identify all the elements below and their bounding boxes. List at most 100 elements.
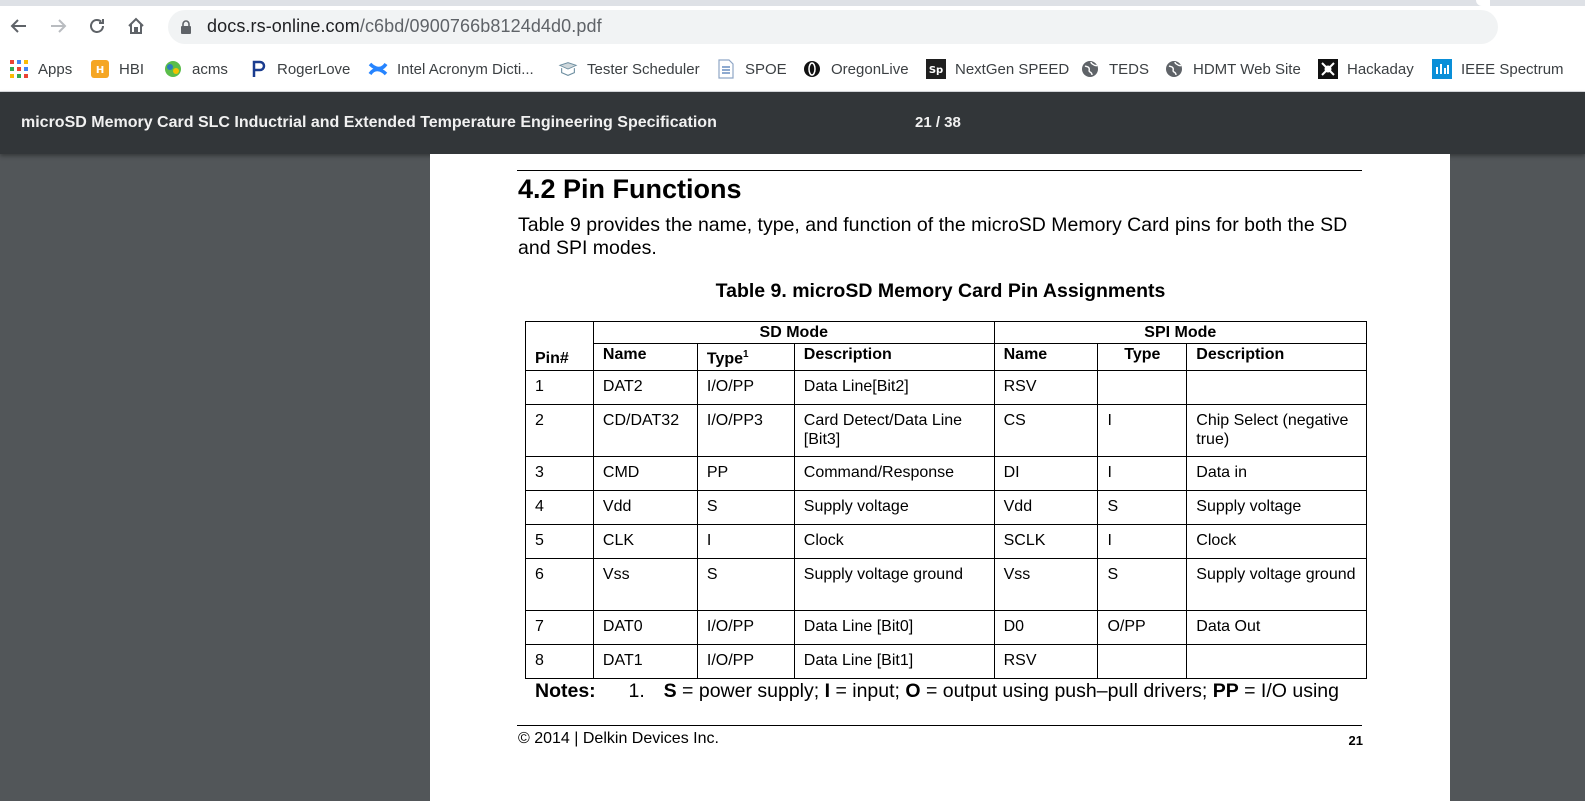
bookmark-label: IEEE Spectrum [1461,60,1564,78]
pin-header: Pin# [525,320,594,372]
note-text: = power supply; [676,680,825,702]
home-button[interactable] [121,11,151,41]
notes-label: Notes: [535,680,596,702]
bookmark-hbi[interactable]: H HBI [90,57,144,81]
bookmark-teds[interactable]: TEDS [1080,57,1149,81]
tester-scheduler-icon [558,59,578,79]
bookmark-tester-scheduler[interactable]: Tester Scheduler [558,57,700,81]
sd-description-header: Description [793,342,995,372]
sd-name-cell: DAT0 [592,610,698,646]
spi-mode-header: SPI Mode [993,321,1368,344]
apps-grid-icon [9,59,29,79]
spi-description-cell: Chip Select (negative true) [1186,404,1367,458]
hbi-icon: H [90,59,110,79]
sd-description-cell: Data Line[Bit2] [793,370,995,406]
ieee-icon [1432,59,1452,79]
note-term: S [663,680,677,702]
sd-name-cell: CLK [592,524,698,560]
forward-arrow-icon [51,19,67,33]
bookmark-label: OregonLive [831,60,909,78]
bookmark-label: SPOE [745,60,787,78]
address-bar[interactable]: docs.rs-online.com/c6bd/0900766b8124d4d0… [168,10,1498,44]
bookmark-label: HDMT Web Site [1193,60,1301,78]
pdf-title: microSD Memory Card SLC Inductrial and E… [21,114,717,131]
pin-cell: 4 [525,490,594,526]
sd-description-cell: Card Detect/Data Line [Bit3] [793,404,995,458]
pin-assignments-table: Pin# SD Mode SPI Mode Name Type1 Descrip… [525,320,1368,680]
sd-type-label: Type [706,350,744,368]
bookmark-label: Tester Scheduler [587,60,700,78]
hackaday-icon [1318,59,1338,79]
bookmark-ieee-spectrum[interactable]: IEEE Spectrum [1432,57,1564,81]
back-arrow-icon [10,19,26,33]
sd-type-cell: S [696,558,795,612]
spi-type-cell [1097,370,1188,406]
note-term: PP [1212,680,1239,702]
footnote-marker: 1 [743,349,749,360]
bookmark-label: TEDS [1109,60,1150,78]
bookmark-oregonlive[interactable]: OregonLive [802,57,909,81]
bookmark-label: acms [192,60,228,78]
sd-type-cell: I/O/PP3 [696,404,795,458]
bookmark-label: HBI [119,60,145,78]
spi-description-header: Description [1186,342,1367,372]
bookmarks-bar: Apps H HBI acms RogerLove Intel Acronym … [0,48,1585,92]
spi-type-cell: I [1097,404,1188,458]
rogerlove-icon [248,59,268,79]
page-indicator[interactable]: 21 / 38 [915,114,961,131]
reload-icon [90,19,104,33]
sd-name-header: Name [592,342,698,372]
spi-type-header: Type [1097,342,1188,372]
bookmark-intel-acronym[interactable]: Intel Acronym Dicti... [368,57,534,81]
bookmark-nextgen-speed[interactable]: Sp NextGen SPEED [926,57,1069,81]
url-path: /c6bd/0900766b8124d4d0.pdf [359,16,602,36]
sd-name-cell: CMD [592,456,698,492]
spi-description-cell [1186,644,1367,680]
section-heading: 4.2 Pin Functions [518,174,742,204]
spi-name-cell: Vss [993,558,1099,612]
sd-type-header: Type1 [696,342,795,372]
sd-name-cell: CD/DAT32 [592,404,698,458]
bookmark-rogerlove[interactable]: RogerLove [248,57,350,81]
bookmark-apps[interactable]: Apps [9,57,72,81]
note-number: 1. [628,680,645,702]
globe-icon [1164,59,1184,79]
spi-type-cell: I [1097,524,1188,560]
spi-name-cell: SCLK [993,524,1099,560]
sd-description-cell: Data Line [Bit0] [793,610,995,646]
home-icon [128,17,144,34]
sd-description-cell: Command/Response [793,456,995,492]
spi-type-cell: I [1097,456,1188,492]
bookmark-hackaday[interactable]: Hackaday [1318,57,1414,81]
spi-name-cell: DI [993,456,1099,492]
pin-cell: 8 [525,644,594,680]
spi-description-cell: Clock [1186,524,1367,560]
bookmark-spoe[interactable]: SPOE [716,57,787,81]
reload-button[interactable] [82,11,112,41]
pin-cell: 3 [525,456,594,492]
footer-page-number: 21 [1348,733,1363,748]
pdf-page: 4.2 Pin Functions Table 9 provides the n… [430,154,1450,801]
forward-button[interactable] [43,11,73,41]
spi-description-cell: Supply voltage ground [1186,558,1367,612]
table-row: 7 DAT0 I/O/PP Data Line [Bit0] D0 O/PP Data Ou… [525,610,1367,646]
footer-rule [517,725,1362,726]
bookmark-hdmt-web-site[interactable]: HDMT Web Site [1164,57,1301,81]
confluence-icon [368,59,388,79]
spi-name-cell: CS [993,404,1099,458]
bookmark-label: RogerLove [277,60,351,78]
spi-description-cell: Data Out [1186,610,1367,646]
back-button[interactable] [4,11,34,41]
sd-mode-header: SD Mode [592,321,995,344]
pdf-toolbar: microSD Memory Card SLC Inductrial and E… [0,92,1585,154]
bookmark-acms[interactable]: acms [163,57,228,81]
sd-name-cell: DAT1 [592,644,698,680]
spi-type-cell: S [1097,490,1188,526]
url-host: docs.rs-online.com [207,16,360,36]
document-icon [716,59,736,79]
pin-cell: 7 [525,610,594,646]
table-row: 4 Vdd S Supply voltage Vdd S Supply voltage [525,490,1367,526]
pin-cell: 2 [525,404,594,458]
footer-copyright: © 2014 | Delkin Devices Inc. [518,730,719,747]
url-text: docs.rs-online.com/c6bd/0900766b8124d4d0… [207,16,602,37]
